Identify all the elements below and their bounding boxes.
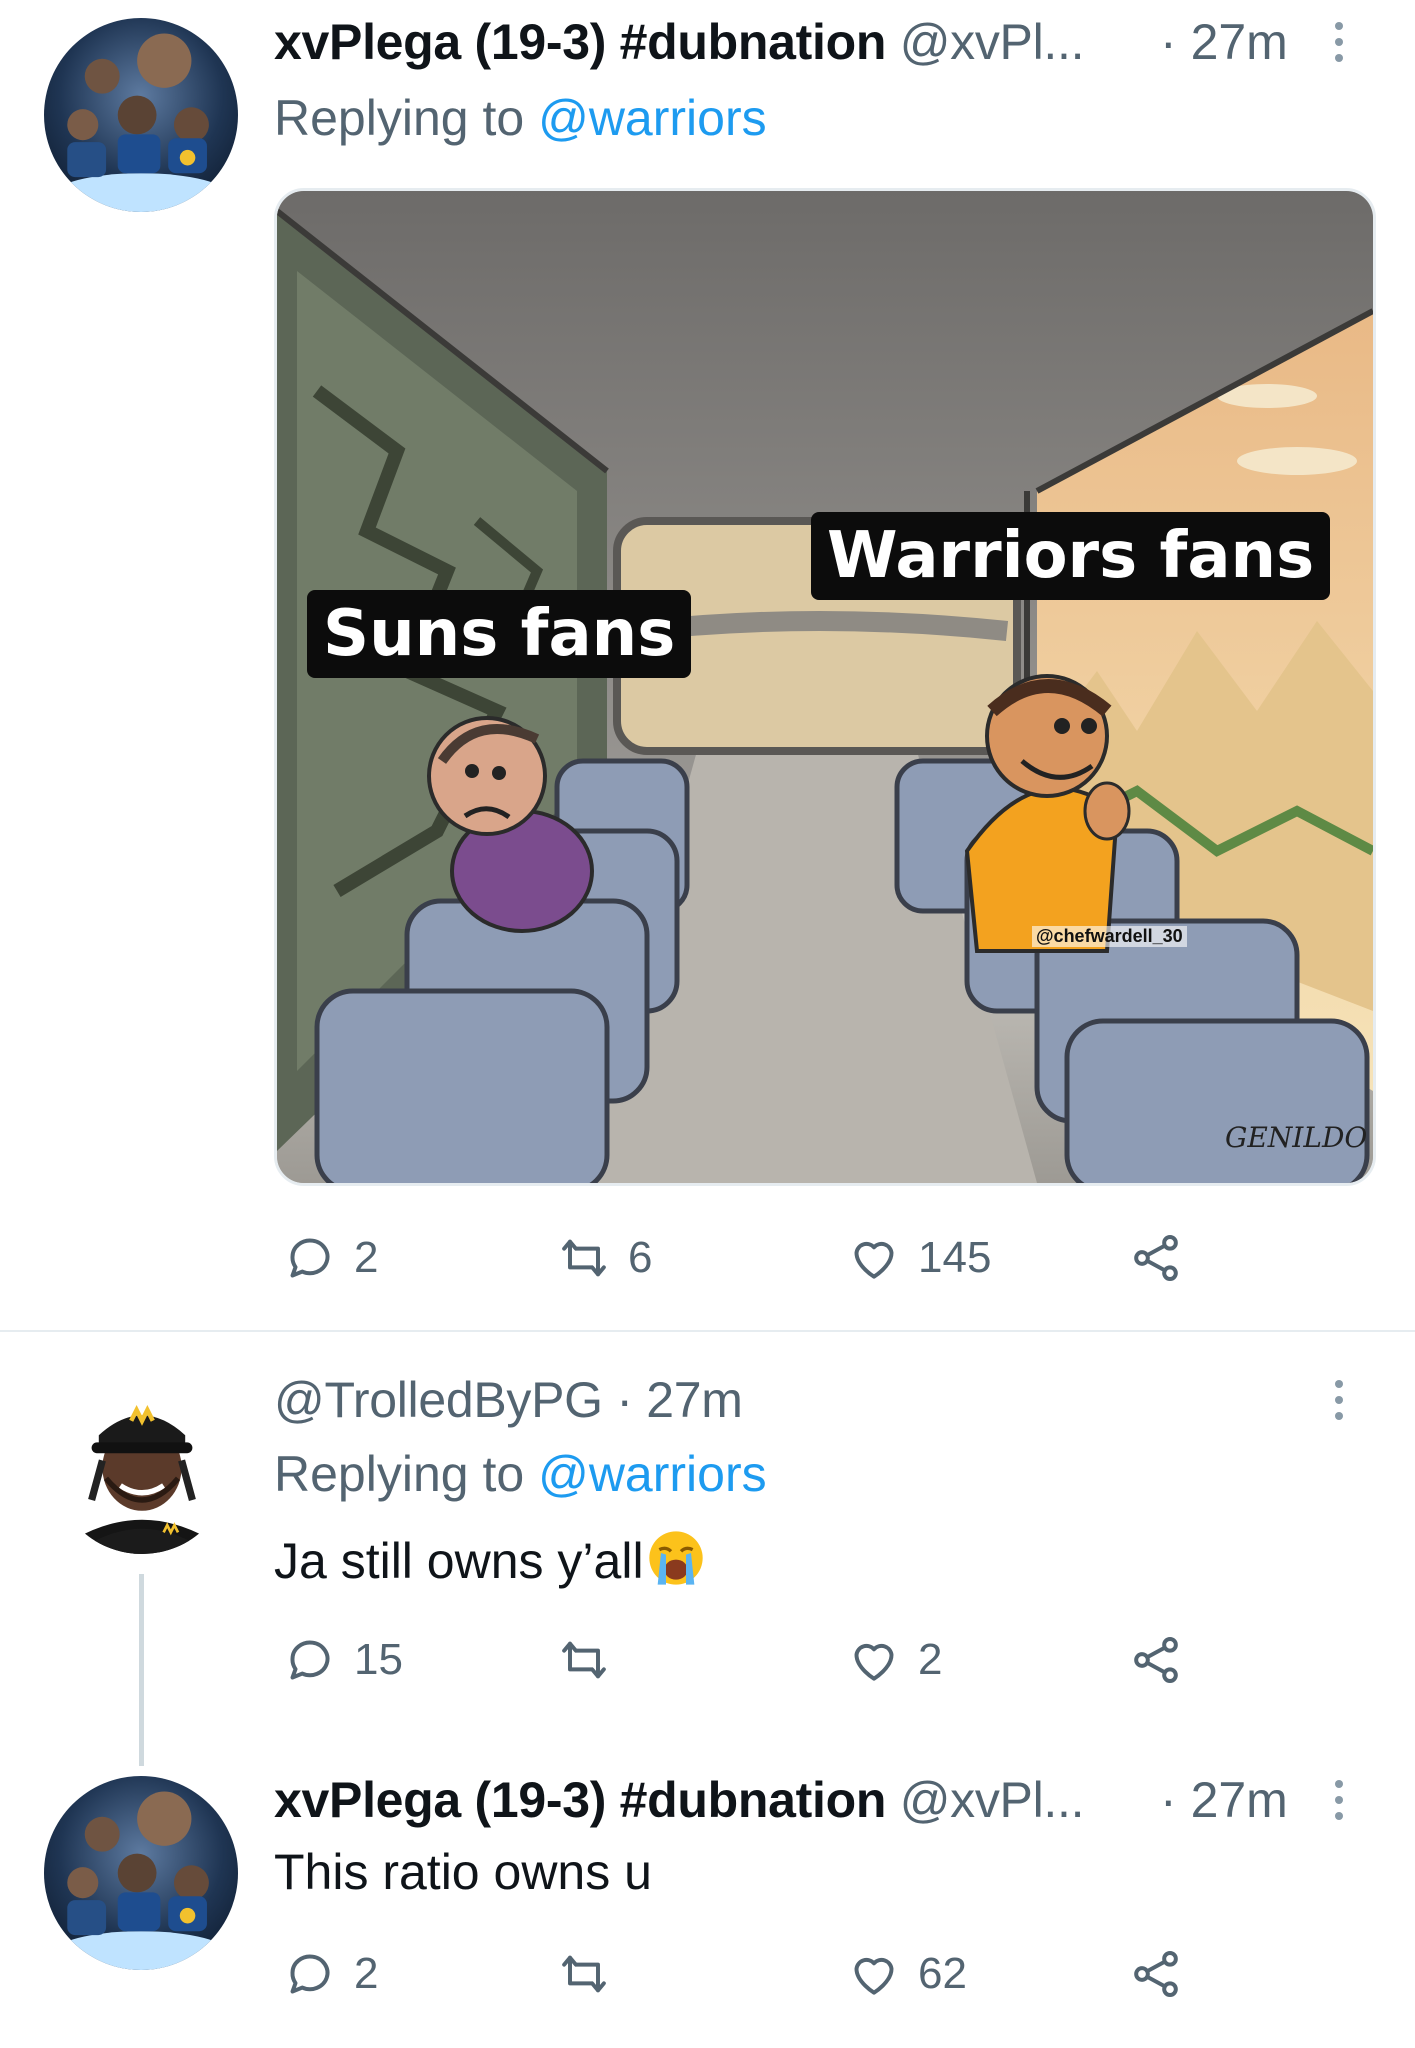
meme-watermark: @chefwardell_30: [1032, 926, 1187, 947]
more-options-icon[interactable]: [1332, 12, 1346, 72]
meme-label-warriors: Warriors fans: [811, 512, 1331, 600]
share-button[interactable]: [1128, 1944, 1184, 2004]
share-button[interactable]: [1128, 1228, 1184, 1288]
retweet-button[interactable]: [556, 1944, 612, 2004]
timestamp[interactable]: · 27m: [1160, 12, 1288, 72]
display-name[interactable]: xvPlega (19-3) #dubnation: [274, 14, 886, 70]
replying-to: Replying to @warriors: [274, 88, 767, 148]
heart-icon: [854, 1241, 894, 1279]
time-text: 27m: [1190, 1772, 1288, 1828]
tweet-header: xvPlega (19-3) #dubnation @xvPl...: [274, 12, 1084, 72]
separator-dot: ·: [616, 1372, 633, 1428]
timestamp[interactable]: · 27m: [1160, 1770, 1288, 1830]
share-icon: [1134, 1637, 1178, 1683]
more-options-icon[interactable]: [1332, 1370, 1346, 1430]
handle[interactable]: @TrolledByPG: [274, 1372, 603, 1428]
retweet-button[interactable]: [556, 1630, 612, 1690]
tweet-header: @TrolledByPG · 27m: [274, 1370, 743, 1430]
retweet-icon: [562, 1239, 606, 1277]
retweet-count: 6: [628, 1233, 653, 1282]
handle[interactable]: @xvPl...: [900, 1772, 1085, 1828]
share-icon: [1134, 1951, 1178, 1997]
like-count: 2: [918, 1635, 943, 1684]
author-avatar[interactable]: [44, 18, 238, 212]
like-count: 145: [918, 1233, 992, 1282]
tweet-header: xvPlega (19-3) #dubnation @xvPl...: [274, 1770, 1084, 1830]
separator-dot: ·: [1160, 14, 1177, 70]
share-button[interactable]: [1128, 1630, 1184, 1690]
share-icon: [1134, 1235, 1178, 1281]
retweet-icon: [562, 1641, 606, 1679]
reply-icon: [290, 1238, 330, 1278]
avatar-image: [44, 18, 238, 212]
tweet-text: Ja still owns y’all: [274, 1528, 706, 1591]
meme-label-suns: Suns fans: [307, 590, 692, 678]
avatar-image: [44, 1776, 238, 1970]
reply-icon: [290, 1640, 330, 1680]
more-options-icon[interactable]: [1332, 1770, 1346, 1830]
tweet-media-image[interactable]: Suns fans Warriors fans @chefwardell_30 …: [274, 188, 1376, 1186]
like-button[interactable]: 145: [846, 1228, 991, 1288]
replying-to: Replying to @warriors: [274, 1444, 767, 1504]
crying-face-icon: [648, 1531, 703, 1585]
like-button[interactable]: 2: [846, 1630, 942, 1690]
avatar-image: [52, 1374, 232, 1554]
separator-dot: ·: [1160, 1772, 1177, 1828]
reply-button[interactable]: 15: [282, 1630, 403, 1690]
display-name[interactable]: xvPlega (19-3) #dubnation: [274, 1772, 886, 1828]
author-avatar[interactable]: [44, 1776, 238, 1970]
reply-count: 2: [354, 1233, 379, 1282]
reply-icon: [290, 1954, 330, 1994]
replying-prefix: Replying to: [274, 1446, 525, 1502]
reply-button[interactable]: 2: [282, 1944, 378, 2004]
meme-illustration: [277, 191, 1373, 1183]
like-button[interactable]: 62: [846, 1944, 967, 2004]
handle[interactable]: @xvPl...: [900, 14, 1085, 70]
thread-line: [139, 1574, 144, 1766]
tweet-divider: [0, 1330, 1415, 1332]
artist-signature: GENILDO: [1225, 1121, 1368, 1154]
reply-count: 15: [354, 1635, 403, 1684]
replying-prefix: Replying to: [274, 90, 525, 146]
replying-mention-link[interactable]: @warriors: [538, 90, 767, 146]
author-avatar[interactable]: [52, 1374, 232, 1554]
heart-icon: [854, 1957, 894, 1995]
retweet-button[interactable]: 6: [556, 1228, 652, 1288]
like-count: 62: [918, 1949, 967, 1998]
reply-count: 2: [354, 1949, 379, 1998]
heart-icon: [854, 1643, 894, 1681]
retweet-icon: [562, 1955, 606, 1993]
timestamp[interactable]: 27m: [646, 1372, 743, 1428]
reply-button[interactable]: 2: [282, 1228, 378, 1288]
tweet-text-body: Ja still owns y’all: [274, 1533, 644, 1589]
tweet-text: This ratio owns u: [274, 1844, 652, 1900]
replying-mention-link[interactable]: @warriors: [538, 1446, 767, 1502]
time-text: 27m: [1190, 14, 1288, 70]
